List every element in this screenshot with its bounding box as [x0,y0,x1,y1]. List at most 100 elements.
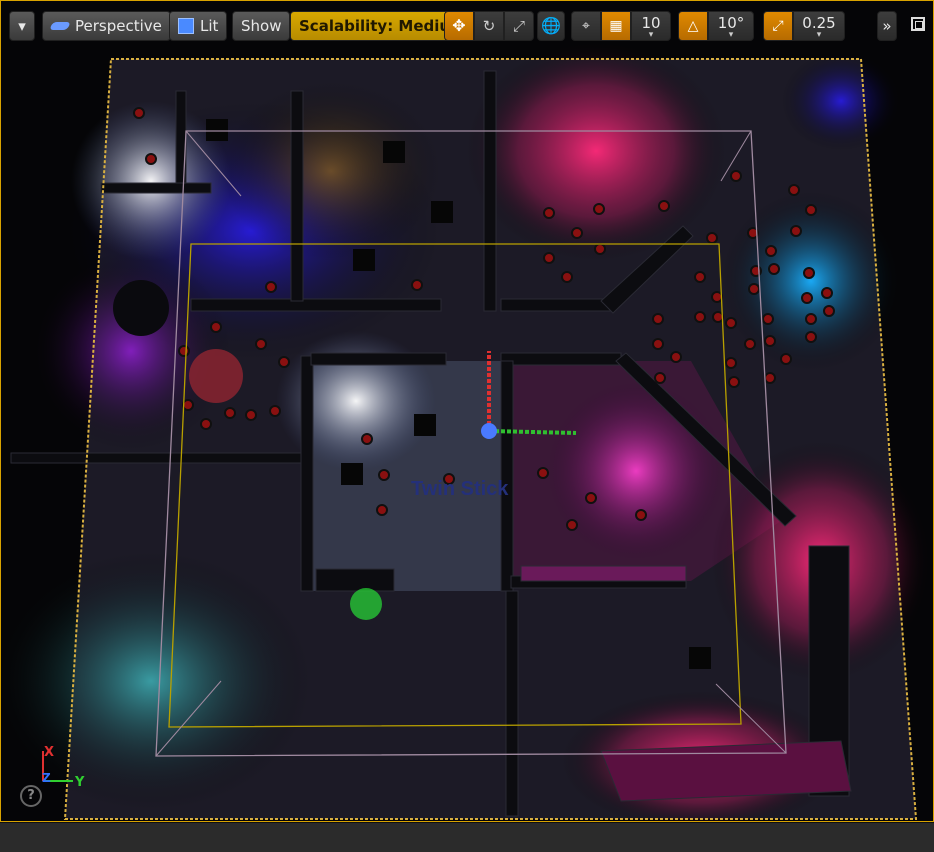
enemy-marker[interactable] [780,353,792,365]
enemy-marker[interactable] [224,407,236,419]
enemy-marker[interactable] [744,338,756,350]
enemy-marker[interactable] [658,200,670,212]
enemy-marker[interactable] [635,509,647,521]
enemy-marker[interactable] [411,279,423,291]
enemy-marker[interactable] [585,492,597,504]
enemy-marker[interactable] [245,409,257,421]
enemy-marker[interactable] [378,469,390,481]
wall[interactable] [10,452,302,464]
viewport-toolbar: ▾ Perspective Lit Show Scalability: Medi… [1,1,933,53]
show-button[interactable]: Show [232,11,291,41]
enemy-marker[interactable] [805,204,817,216]
rotation-snap-toggle[interactable]: △ [678,11,708,41]
green-light[interactable] [350,588,382,620]
help-icon[interactable]: ? [20,785,42,807]
enemy-marker[interactable] [593,203,605,215]
scale-snap-toggle[interactable]: ⤢ [763,11,793,41]
sphere[interactable] [189,349,243,403]
enemy-marker[interactable] [178,345,190,357]
grid-snap-toggle[interactable]: ▦ [601,11,631,41]
rotation-snap-value-dropdown[interactable]: 10° ▾ [708,11,754,41]
grid-snap-value-dropdown[interactable]: 10 ▾ [631,11,671,41]
enemy-marker[interactable] [805,313,817,325]
enemy-marker[interactable] [566,519,578,531]
enemy-marker[interactable] [712,311,724,323]
enemy-marker[interactable] [803,267,815,279]
enemy-marker[interactable] [594,243,606,255]
enemy-marker[interactable] [694,311,706,323]
enemy-marker[interactable] [764,372,776,384]
wall[interactable] [500,298,612,312]
enemy-marker[interactable] [748,283,760,295]
wall[interactable] [505,590,519,817]
lighting-mode-button[interactable]: Lit [169,11,228,41]
surface-snap-button[interactable]: ⌖ [571,11,601,41]
enemy-marker[interactable] [652,338,664,350]
enemy-marker[interactable] [543,252,555,264]
toolbar-overflow-button[interactable]: » [877,11,897,41]
wall[interactable] [315,568,395,592]
enemy-marker[interactable] [711,291,723,303]
enemy-marker[interactable] [210,321,222,333]
enemy-marker[interactable] [823,305,835,317]
enemy-marker[interactable] [694,271,706,283]
enemy-marker[interactable] [725,357,737,369]
enemy-marker[interactable] [537,467,549,479]
enemy-marker[interactable] [269,405,281,417]
barrel[interactable] [113,280,169,336]
enemy-marker[interactable] [670,351,682,363]
scale-icon: ⤢ [512,17,525,35]
rotate-button[interactable]: ↻ [474,11,504,41]
enemy-marker[interactable] [571,227,583,239]
level-scene[interactable]: Twin Stick [1,1,934,822]
wall[interactable] [300,355,314,592]
enemy-marker[interactable] [762,313,774,325]
wall[interactable] [310,352,447,366]
enemy-marker[interactable] [801,292,813,304]
translate-button[interactable]: ✥ [444,11,474,41]
view-mode-button[interactable]: Perspective [42,11,171,41]
world-local-button[interactable]: 🌐 [537,11,565,41]
enemy-marker[interactable] [255,338,267,350]
wall[interactable] [290,90,304,302]
enemy-marker[interactable] [182,399,194,411]
enemy-marker[interactable] [361,433,373,445]
enemy-marker[interactable] [764,335,776,347]
scale-button[interactable]: ⤢ [504,11,534,41]
enemy-marker[interactable] [805,331,817,343]
enemy-marker[interactable] [788,184,800,196]
enemy-marker[interactable] [376,504,388,516]
wall[interactable] [500,352,622,366]
enemy-marker[interactable] [654,372,666,384]
viewport-menu-button[interactable]: ▾ [9,11,35,41]
enemy-marker[interactable] [790,225,802,237]
enemy-marker[interactable] [265,281,277,293]
enemy-marker[interactable] [278,356,290,368]
enemy-marker[interactable] [730,170,742,182]
wall[interactable] [190,298,442,312]
rotation-snap-group: △ 10° ▾ [678,11,754,41]
maximize-icon[interactable] [911,17,925,31]
enemy-marker[interactable] [543,207,555,219]
enemy-marker[interactable] [652,313,664,325]
enemy-marker[interactable] [765,245,777,257]
lighting-mode-label: Lit [200,17,219,35]
platform[interactable] [600,740,852,802]
level-viewport[interactable]: Twin Stick ▾ Perspective Lit Show Scalab… [0,0,934,822]
wall[interactable] [483,70,497,312]
enemy-marker[interactable] [145,153,157,165]
enemy-marker[interactable] [561,271,573,283]
enemy-marker[interactable] [706,232,718,244]
enemy-marker[interactable] [133,107,145,119]
enemy-marker[interactable] [768,263,780,275]
wall[interactable] [175,90,187,192]
enemy-marker[interactable] [725,317,737,329]
wall[interactable] [500,360,514,592]
wall[interactable] [100,182,212,194]
surface-snap-icon: ⌖ [582,18,590,34]
platform[interactable] [520,565,687,582]
enemy-marker[interactable] [728,376,740,388]
scale-snap-value-dropdown[interactable]: 0.25 ▾ [793,11,845,41]
enemy-marker[interactable] [200,418,212,430]
enemy-marker[interactable] [821,287,833,299]
